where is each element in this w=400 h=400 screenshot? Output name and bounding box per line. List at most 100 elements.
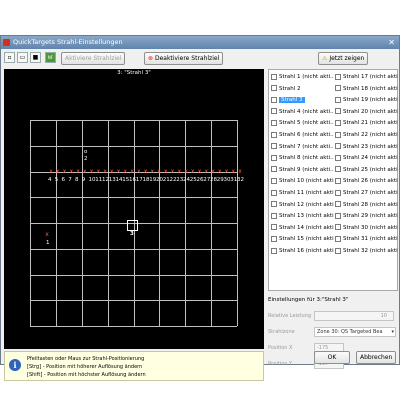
beam-list-item[interactable]: Strahl 30 (nicht akti... xyxy=(334,223,398,235)
beam-marker[interactable]: x xyxy=(68,169,74,175)
beam-marker[interactable]: x xyxy=(102,169,108,175)
beam-marker[interactable]: x xyxy=(149,169,155,175)
beam-checkbox[interactable] xyxy=(271,131,277,138)
beamzone-select[interactable]: Zone 30: QS Targeted Bea ▾ xyxy=(314,327,396,337)
beam-list-item[interactable]: Strahl 12 (nicht akti... xyxy=(270,200,334,212)
beam-checkbox[interactable] xyxy=(335,166,341,173)
beam-canvas[interactable]: 3: "Strahl 3" x 4 x 5 x 6 x 7 x 8 x 9 x 10 x 11 x 12 x 13 x 1… xyxy=(4,69,264,349)
beam-checkbox[interactable] xyxy=(335,73,341,80)
beam-checkbox[interactable] xyxy=(335,189,341,196)
beam-marker[interactable]: x xyxy=(224,169,230,175)
beam-marker[interactable]: x xyxy=(176,169,182,175)
beam-list-item[interactable]: Strahl 6 (nicht akti... xyxy=(270,130,334,142)
beam-list-item[interactable]: Strahl 20 (nicht akti... xyxy=(334,107,398,119)
beam-list-item[interactable]: Strahl 29 (nicht akti... xyxy=(334,211,398,223)
beam-checkbox[interactable] xyxy=(335,85,341,92)
beam-checkbox[interactable] xyxy=(271,166,277,173)
beam-checkbox[interactable] xyxy=(335,143,341,150)
beam-checkbox[interactable] xyxy=(271,247,277,254)
beam-marker[interactable]: x xyxy=(109,169,115,175)
activate-beam-button[interactable]: Aktiviere Strahlziel xyxy=(61,52,126,65)
beam-marker[interactable]: x xyxy=(183,169,189,175)
beam-checkbox[interactable] xyxy=(335,108,341,115)
beam-checkbox[interactable] xyxy=(335,247,341,254)
beam-checkbox[interactable] xyxy=(271,143,277,150)
ok-button[interactable]: OK xyxy=(314,351,350,364)
beam-list-item[interactable]: Strahl 27 (nicht akti... xyxy=(334,188,398,200)
beam-marker[interactable]: x xyxy=(197,169,203,175)
beam-list-item[interactable]: Strahl 17 (nicht akti... xyxy=(334,72,398,84)
beam-marker[interactable]: x xyxy=(62,169,68,175)
beam-checkbox[interactable] xyxy=(271,212,277,219)
beam-list-item[interactable]: Strahl 4 (nicht akti... xyxy=(270,107,334,119)
selected-beam-cursor[interactable] xyxy=(127,220,138,231)
beam-checkbox[interactable] xyxy=(271,119,277,126)
beam-checkbox[interactable] xyxy=(271,73,277,80)
beam-marker[interactable]: x xyxy=(230,169,236,175)
beam-list-item[interactable]: Strahl 26 (nicht akti... xyxy=(334,176,398,188)
deactivate-beam-button[interactable]: ⊗ Deaktiviere Strahlziel xyxy=(144,52,224,65)
beam-marker[interactable]: x xyxy=(129,169,135,175)
beam-list-item[interactable]: Strahl 5 (nicht akti... xyxy=(270,118,334,130)
beam-list-item[interactable]: Strahl 22 (nicht akti... xyxy=(334,130,398,142)
open-folder-icon[interactable]: ▭ xyxy=(17,52,28,63)
beam-checkbox[interactable] xyxy=(335,131,341,138)
beam-list-item[interactable]: Strahl 23 (nicht akti... xyxy=(334,142,398,154)
beam-marker[interactable]: x xyxy=(116,169,122,175)
beam-list-item[interactable]: Strahl 15 (nicht akti... xyxy=(270,234,334,246)
beam-list-item[interactable]: Strahl 32 (nicht akti... xyxy=(334,246,398,258)
beam-checkbox[interactable] xyxy=(335,212,341,219)
beam-list-item[interactable]: Strahl 19 (nicht akti... xyxy=(334,95,398,107)
beam-list-item[interactable]: Strahl 7 (nicht akti... xyxy=(270,142,334,154)
beam-checkbox[interactable] xyxy=(335,201,341,208)
beam-marker[interactable]: x xyxy=(89,169,95,175)
beam-list-item[interactable]: Strahl 21 (nicht akti... xyxy=(334,118,398,130)
grid-icon[interactable]: NF xyxy=(45,52,56,63)
beam-checkbox[interactable] xyxy=(271,235,277,242)
beam-checkbox[interactable] xyxy=(271,108,277,115)
beam-marker[interactable]: x xyxy=(122,169,128,175)
new-file-icon[interactable]: ▫ xyxy=(4,52,15,63)
beam-list-item[interactable]: Strahl 10 (nicht akti... xyxy=(270,176,334,188)
beam-checkbox[interactable] xyxy=(271,177,277,184)
beam-marker[interactable]: x xyxy=(217,169,223,175)
beam-checkbox[interactable] xyxy=(335,224,341,231)
save-icon[interactable]: ■ xyxy=(30,52,41,63)
beam-marker-1[interactable]: x xyxy=(44,232,50,238)
beam-list-item[interactable]: Strahl 2 xyxy=(270,84,334,96)
beam-list-item[interactable]: Strahl 9 (nicht akti... xyxy=(270,165,334,177)
beam-marker[interactable]: x xyxy=(55,169,61,175)
beam-list-item[interactable]: Strahl 31 (nicht akti... xyxy=(334,234,398,246)
beam-list-item[interactable]: Strahl 3 xyxy=(270,95,334,107)
beam-checkbox[interactable] xyxy=(335,177,341,184)
beam-marker-2[interactable]: o xyxy=(84,149,87,155)
beam-list-item[interactable]: Strahl 14 (nicht akti... xyxy=(270,223,334,235)
beam-checkbox[interactable] xyxy=(271,85,277,92)
beam-list-item[interactable]: Strahl 1 (nicht akti... xyxy=(270,72,334,84)
beam-marker[interactable]: x xyxy=(95,169,101,175)
beam-marker[interactable]: x xyxy=(170,169,176,175)
beam-list-item[interactable]: Strahl 8 (nicht akti... xyxy=(270,153,334,165)
beam-marker[interactable]: x xyxy=(136,169,142,175)
beam-list-item[interactable]: Strahl 11 (nicht akti... xyxy=(270,188,334,200)
beam-marker[interactable]: x xyxy=(48,169,54,175)
beam-marker[interactable]: x xyxy=(203,169,209,175)
beam-checkbox[interactable] xyxy=(271,96,277,103)
beam-checkbox[interactable] xyxy=(335,96,341,103)
beam-marker[interactable]: x xyxy=(237,169,243,175)
beam-checkbox[interactable] xyxy=(335,154,341,161)
beam-marker[interactable]: x xyxy=(190,169,196,175)
beam-checkbox[interactable] xyxy=(271,224,277,231)
beam-checkbox[interactable] xyxy=(271,201,277,208)
beam-list-item[interactable]: Strahl 13 (nicht akti... xyxy=(270,211,334,223)
beam-list-item[interactable]: Strahl 28 (nicht akti... xyxy=(334,200,398,212)
beam-list-item[interactable]: Strahl 16 (nicht akti... xyxy=(270,246,334,258)
beam-checkbox[interactable] xyxy=(335,235,341,242)
beam-checkbox[interactable] xyxy=(335,119,341,126)
cancel-button[interactable]: Abbrechen xyxy=(356,351,396,364)
beam-list-item[interactable]: Strahl 25 (nicht akti... xyxy=(334,165,398,177)
beam-marker[interactable]: x xyxy=(156,169,162,175)
power-field[interactable]: 10 xyxy=(314,311,394,321)
beam-marker[interactable]: x xyxy=(75,169,81,175)
beam-checkbox[interactable] xyxy=(271,154,277,161)
